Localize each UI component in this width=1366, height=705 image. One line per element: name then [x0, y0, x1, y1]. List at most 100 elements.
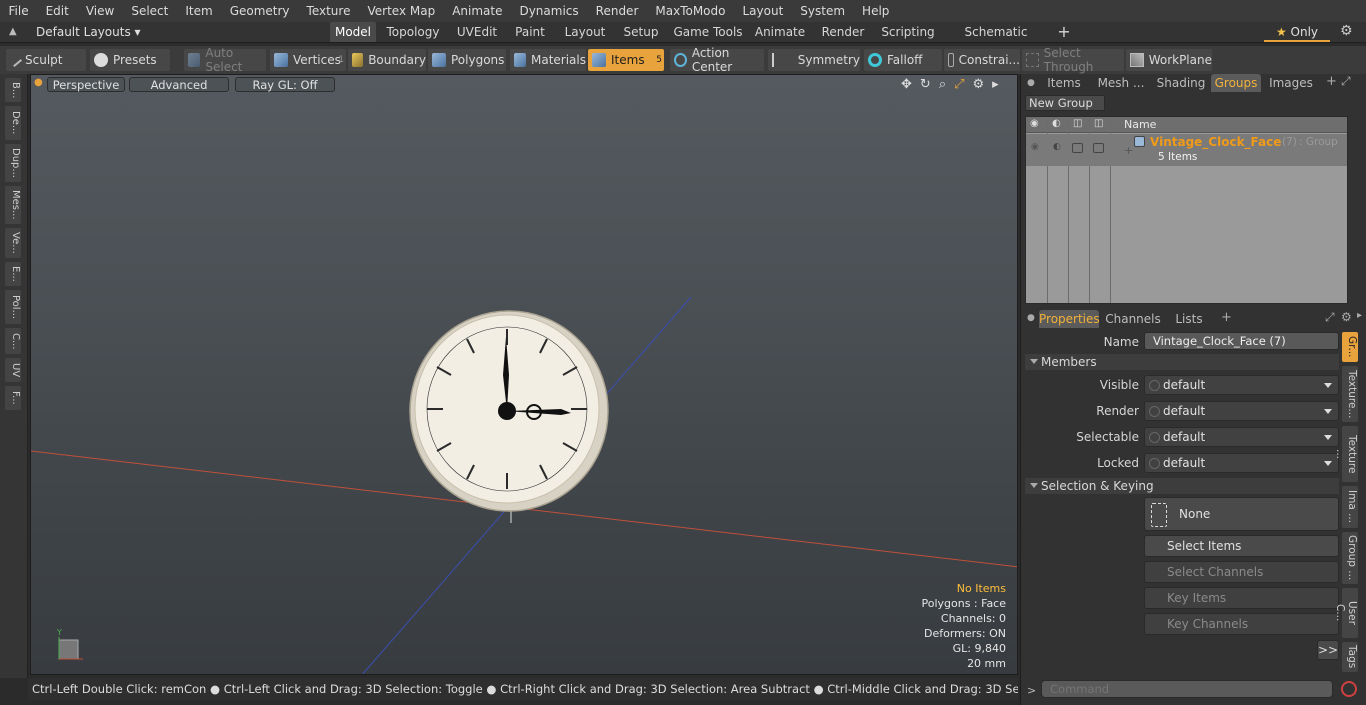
props-arrow-icon[interactable]: ▸: [1357, 310, 1362, 321]
menu-render[interactable]: Render: [587, 0, 647, 22]
left-tab-duplicate[interactable]: Dup...: [5, 144, 21, 182]
render-icon[interactable]: ◐: [1052, 118, 1061, 129]
tab-render[interactable]: Render: [816, 22, 870, 42]
add-tab-icon[interactable]: +: [1326, 74, 1337, 89]
side-tab-group-2[interactable]: Group ...: [1342, 532, 1358, 584]
tab-game-tools[interactable]: Game Tools: [672, 22, 744, 42]
left-tab-deform[interactable]: De...: [5, 106, 21, 140]
selection-set-none[interactable]: None: [1144, 497, 1339, 531]
auto-select-button[interactable]: Auto Select: [184, 46, 266, 74]
tab-paint[interactable]: Paint: [510, 22, 550, 42]
menu-item[interactable]: Item: [177, 0, 221, 22]
items-button[interactable]: Items 5: [588, 49, 664, 71]
left-tab-curve[interactable]: C...: [5, 328, 21, 354]
tab-model[interactable]: Model: [330, 22, 376, 42]
selection-keying-section[interactable]: Selection & Keying: [1025, 478, 1339, 494]
vertices-button[interactable]: Vertices 1: [270, 49, 346, 71]
side-tab-tags[interactable]: Tags: [1342, 642, 1358, 672]
tab-layout[interactable]: Layout: [560, 22, 610, 42]
lock-toggle[interactable]: [1072, 143, 1083, 153]
tab-mesh[interactable]: Mesh ...: [1093, 74, 1149, 92]
tab-shading[interactable]: Shading: [1155, 74, 1207, 92]
gear-icon[interactable]: ⚙: [1340, 23, 1353, 39]
constraints-button[interactable]: Constrai...: [944, 49, 1020, 71]
group-row[interactable]: ◉ ◐ + Vintage_Clock_Face (7) : Group 5 I…: [1026, 134, 1347, 166]
side-tab-user-channels[interactable]: User C...: [1334, 588, 1358, 638]
new-group-button[interactable]: New Group: [1025, 95, 1105, 111]
menu-view[interactable]: View: [77, 0, 122, 22]
select-toggle[interactable]: [1093, 143, 1104, 153]
expand-icon[interactable]: ⤢: [1341, 74, 1351, 89]
menu-texture[interactable]: Texture: [298, 0, 359, 22]
side-tab-texture[interactable]: Texture...: [1342, 366, 1358, 422]
menu-animate[interactable]: Animate: [444, 0, 511, 22]
command-input[interactable]: [1041, 680, 1333, 698]
record-icon[interactable]: [1341, 681, 1357, 697]
menu-select[interactable]: Select: [123, 0, 177, 22]
tab-topology[interactable]: Topology: [384, 22, 442, 42]
layout-up-icon[interactable]: ▲: [9, 26, 17, 37]
more-button[interactable]: >>: [1317, 640, 1339, 660]
left-tab-mesh[interactable]: Mes...: [5, 186, 21, 224]
select-items-button[interactable]: Select Items: [1144, 535, 1339, 557]
polygons-button[interactable]: Polygons: [428, 49, 506, 71]
presets-button[interactable]: Presets: [90, 49, 170, 71]
name-input[interactable]: Vintage_Clock_Face (7): [1144, 332, 1339, 350]
menu-help[interactable]: Help: [854, 0, 898, 22]
left-tab-edge[interactable]: E...: [5, 262, 21, 286]
eye-icon[interactable]: ◉: [1030, 118, 1039, 129]
layouts-dropdown[interactable]: Default Layouts ▾: [36, 22, 141, 42]
selectable-dropdown[interactable]: default: [1144, 427, 1339, 447]
menu-system[interactable]: System: [792, 0, 854, 22]
left-tab-uv[interactable]: UV: [5, 358, 21, 382]
side-tab-image[interactable]: Ima ...: [1342, 486, 1358, 528]
tab-images[interactable]: Images: [1265, 74, 1317, 92]
add-tab-icon[interactable]: +: [1054, 22, 1074, 42]
key-items-button[interactable]: Key Items: [1144, 587, 1339, 609]
clock-model[interactable]: [409, 310, 609, 512]
menu-geometry[interactable]: Geometry: [221, 0, 298, 22]
select-col-icon[interactable]: ◫: [1094, 118, 1103, 129]
props-expand-icon[interactable]: ⤢: [1325, 310, 1335, 325]
select-channels-button[interactable]: Select Channels: [1144, 561, 1339, 583]
props-gear-icon[interactable]: ⚙: [1341, 310, 1352, 324]
side-tab-texture-2[interactable]: Texture ...: [1334, 426, 1358, 482]
visible-dropdown[interactable]: default: [1144, 375, 1339, 395]
add-props-tab-icon[interactable]: +: [1221, 310, 1232, 325]
props-menu-icon[interactable]: ●: [1027, 313, 1035, 323]
left-tab-vertex[interactable]: Ve...: [5, 228, 21, 258]
render-dropdown[interactable]: default: [1144, 401, 1339, 421]
left-tab-basic[interactable]: B...: [5, 78, 21, 102]
tab-channels[interactable]: Channels: [1105, 310, 1161, 328]
locked-dropdown[interactable]: default: [1144, 453, 1339, 473]
action-center-button[interactable]: Action Center: [670, 46, 764, 74]
key-channels-button[interactable]: Key Channels: [1144, 613, 1339, 635]
members-section[interactable]: Members: [1025, 354, 1339, 370]
3d-viewport[interactable]: ● Perspective Advanced Ray GL: Off ✥ ↻ ⌕…: [30, 74, 1018, 675]
materials-button[interactable]: Materials: [510, 49, 586, 71]
select-through-button[interactable]: Select Through: [1022, 46, 1124, 74]
tab-lists[interactable]: Lists: [1167, 310, 1211, 328]
expand-plus-icon[interactable]: +: [1124, 144, 1133, 157]
menu-dynamics[interactable]: Dynamics: [511, 0, 587, 22]
tab-groups[interactable]: Groups: [1211, 74, 1261, 92]
left-tab-fusion[interactable]: F...: [5, 386, 21, 410]
menu-edit[interactable]: Edit: [37, 0, 77, 22]
render-toggle-icon[interactable]: ◐: [1053, 142, 1061, 152]
side-tab-group[interactable]: Gr...: [1342, 332, 1358, 362]
tab-uvedit[interactable]: UVEdit: [452, 22, 502, 42]
tab-setup[interactable]: Setup: [620, 22, 662, 42]
tab-scripting[interactable]: Scripting: [878, 22, 938, 42]
lock-col-icon[interactable]: ◫: [1073, 118, 1082, 129]
only-toggle[interactable]: ★ Only: [1264, 22, 1330, 42]
visibility-icon[interactable]: ◉: [1031, 142, 1039, 152]
left-tab-polygon[interactable]: Pol...: [5, 290, 21, 324]
falloff-button[interactable]: Falloff: [864, 49, 942, 71]
workplane-button[interactable]: WorkPlane: [1126, 49, 1212, 71]
tab-schematic-fusion[interactable]: Schematic Fusion: [948, 22, 1044, 59]
sculpt-button[interactable]: Sculpt: [6, 49, 86, 71]
menu-layout[interactable]: Layout: [734, 0, 792, 22]
tab-animate[interactable]: Animate: [752, 22, 808, 42]
panel-menu-icon[interactable]: ●: [1027, 78, 1035, 88]
boundary-button[interactable]: Boundary: [348, 49, 426, 71]
